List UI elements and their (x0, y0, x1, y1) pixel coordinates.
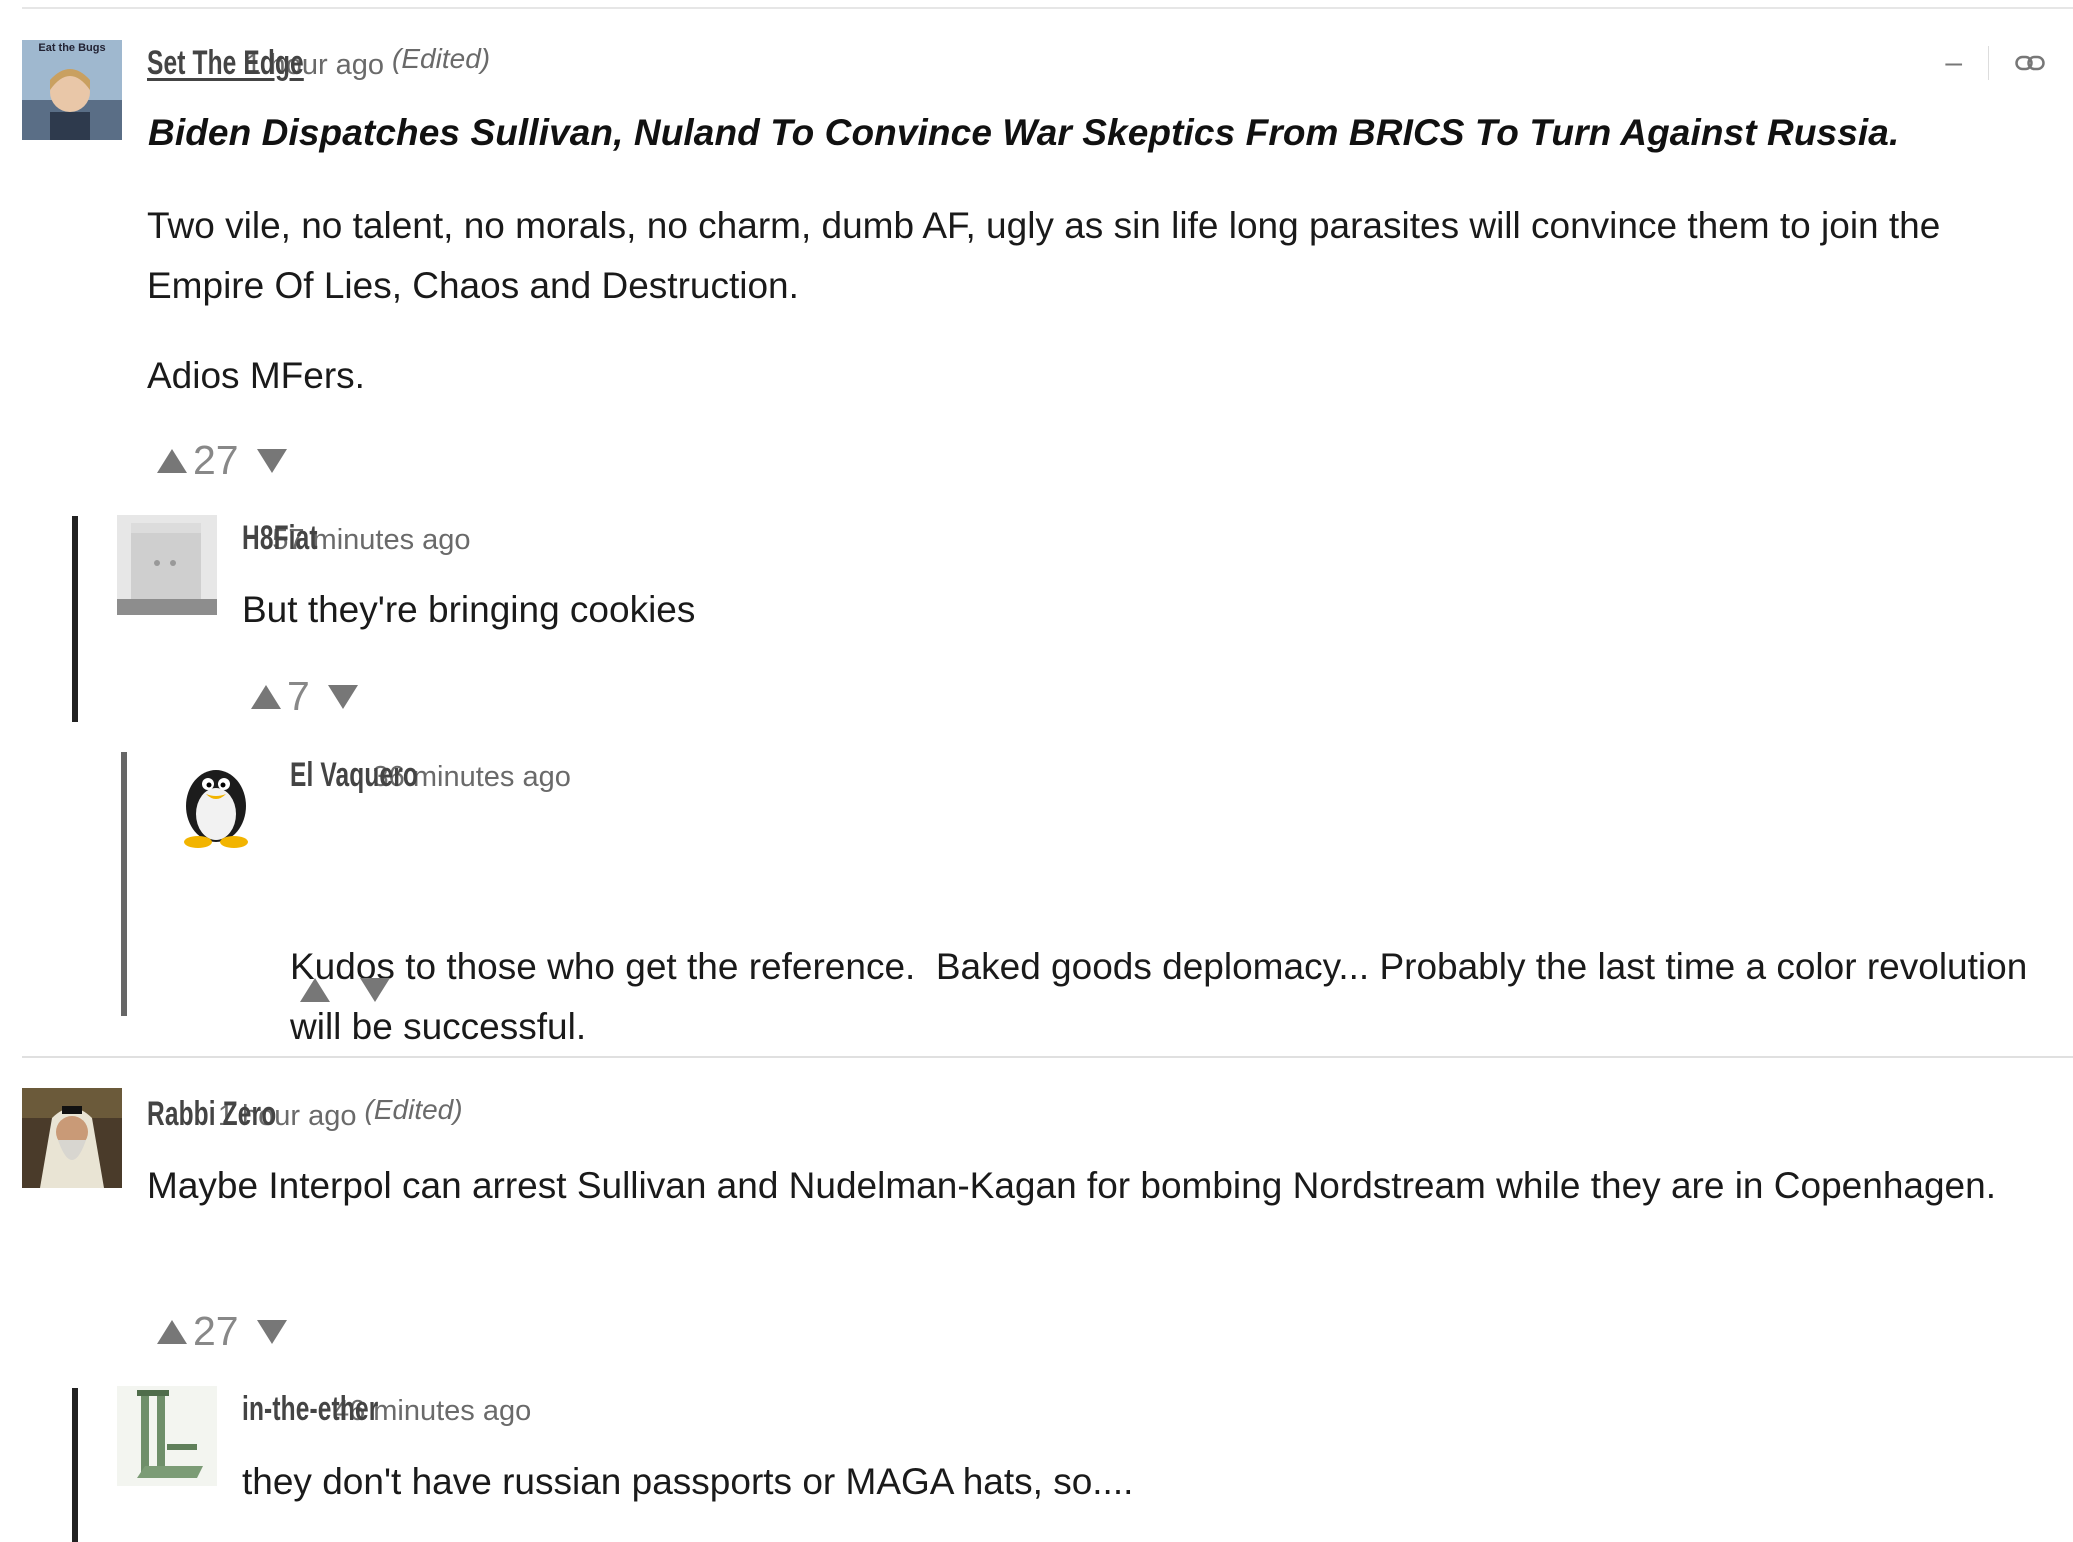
author-name[interactable]: Rabbi Zero (147, 1095, 276, 1134)
comment-tools: – (1945, 46, 2045, 80)
upvote-icon[interactable] (300, 978, 330, 1002)
thread-line[interactable] (72, 516, 78, 722)
vote-controls: 27 (157, 440, 287, 481)
top-divider (22, 7, 2073, 9)
comment-meta: H8Fiat57 minutes ago (242, 519, 559, 558)
avatar[interactable]: Eat the Bugs (22, 40, 122, 140)
downvote-icon[interactable] (327, 684, 358, 709)
downvote-icon[interactable] (256, 448, 287, 473)
avatar[interactable] (166, 752, 266, 852)
link-icon[interactable] (2015, 53, 2045, 73)
author-name[interactable]: El Vaquero (290, 756, 418, 795)
comment-meta: Rabbi Zero1 hour ago (Edited) (147, 1094, 585, 1134)
downvote-icon[interactable] (256, 1319, 287, 1344)
upvote-icon[interactable] (157, 1319, 187, 1344)
thread-line[interactable] (121, 752, 127, 1016)
comment-meta: in-the-ether46 minutes ago (242, 1390, 644, 1429)
downvote-icon[interactable] (360, 978, 390, 1002)
upvote-icon[interactable] (157, 448, 187, 473)
author-name[interactable]: in-the-ether (242, 1390, 378, 1429)
upvote-icon[interactable] (251, 684, 281, 709)
comment-body: Two vile, no talent, no morals, no charm… (147, 196, 2037, 436)
comment-divider (22, 1056, 2073, 1058)
tool-divider (1988, 46, 1989, 80)
comment-paragraph: Two vile, no talent, no morals, no charm… (147, 205, 1941, 306)
comment-paragraph: Adios MFers. (147, 355, 365, 396)
comment-headline: Biden Dispatches Sullivan, Nuland To Con… (148, 112, 1900, 153)
comment-meta: El Vaquero36 minutes ago (290, 756, 680, 795)
vote-controls: 7 (251, 676, 358, 717)
vote-count: 27 (193, 437, 239, 483)
edited-label: (Edited) (364, 1094, 463, 1125)
edited-label: (Edited) (392, 43, 491, 74)
comment-body: they don't have russian passports or MAG… (242, 1452, 2032, 1542)
vote-count: 7 (287, 673, 310, 719)
vote-count: 27 (193, 1308, 239, 1354)
author-name[interactable]: H8Fiat (242, 519, 318, 558)
thread-line[interactable] (72, 1388, 78, 1542)
comment-paragraph: Kudos to those who get the reference. Ba… (290, 946, 2038, 1047)
svg-text:Eat the Bugs: Eat the Bugs (38, 42, 105, 54)
author-name[interactable]: Set The Edge (147, 44, 304, 83)
collapse-button[interactable]: – (1945, 46, 1962, 80)
avatar[interactable] (117, 1386, 217, 1486)
comment-paragraph: But they're bringing cookies (242, 589, 696, 630)
comment-meta: Set The Edge1 hour ago (Edited) (147, 43, 624, 83)
avatar[interactable] (22, 1088, 122, 1188)
comment-body: But they're bringing cookies (242, 580, 2032, 670)
avatar[interactable] (117, 515, 217, 615)
comment-paragraph: Maybe Interpol can arrest Sullivan and N… (147, 1165, 1996, 1206)
vote-controls (300, 978, 390, 1002)
comment-paragraph: they don't have russian passports or MAG… (242, 1461, 1134, 1502)
vote-controls: 27 (157, 1311, 287, 1352)
comment-body: Maybe Interpol can arrest Sullivan and N… (147, 1156, 2037, 1246)
